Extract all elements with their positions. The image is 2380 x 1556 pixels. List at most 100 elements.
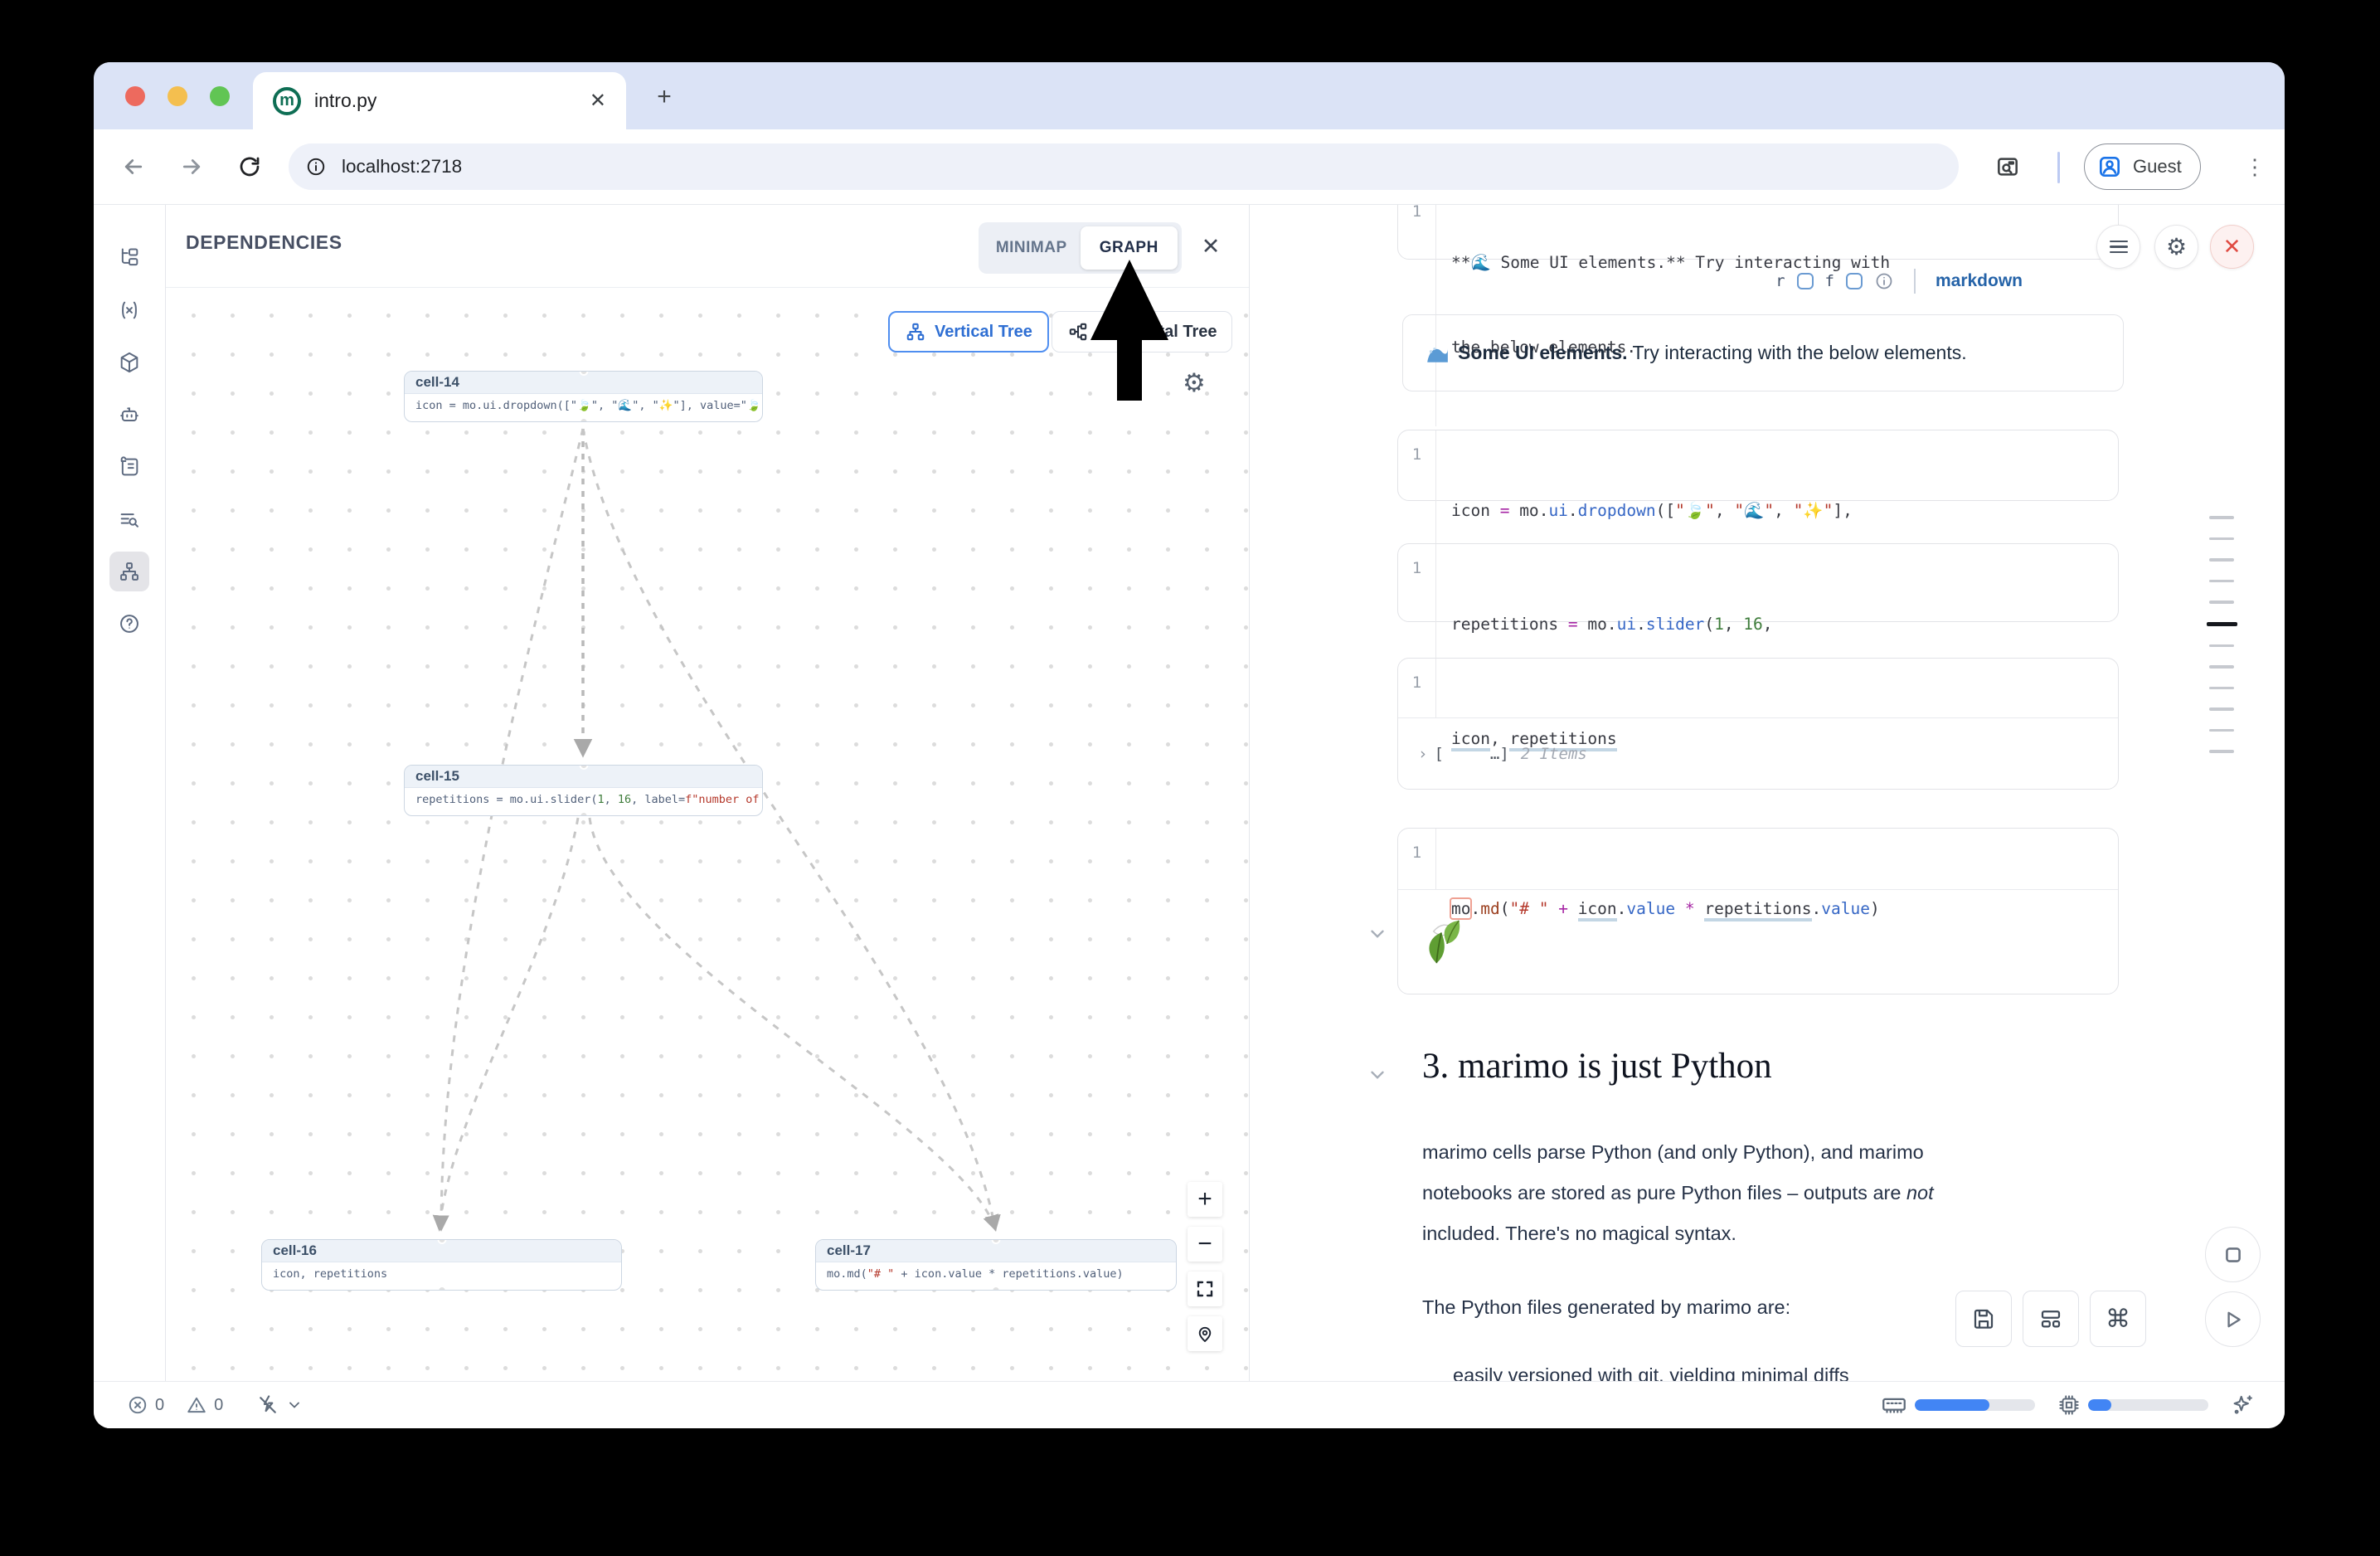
cell-slider[interactable]: 1 repetitions = mo.ui.slider(1, 16, labe… xyxy=(1397,543,2119,622)
minimap-line[interactable] xyxy=(2209,601,2234,604)
minimap-line-active[interactable] xyxy=(2207,622,2237,626)
sidebar-item-help[interactable] xyxy=(109,604,149,644)
robot-icon xyxy=(118,403,141,426)
interrupt-button[interactable] xyxy=(2205,1227,2261,1282)
minimap-line[interactable] xyxy=(2209,537,2234,541)
fit-view-button[interactable] xyxy=(1188,1272,1222,1306)
graph-node-cell-14[interactable]: cell-14 icon = mo.ui.dropdown(["🍃", "🌊",… xyxy=(404,371,763,422)
reload-icon[interactable] xyxy=(231,148,268,185)
markdown-output: Some UI elements. Try interacting with t… xyxy=(1402,314,2124,391)
code-line[interactable]: icon = mo.ui.dropdown(["🍃", "🌊", "✨"], xyxy=(1451,497,1853,525)
browser-tab[interactable]: m intro.py ✕ xyxy=(253,72,626,129)
cpu-icon xyxy=(2057,1393,2081,1417)
cell-tuple[interactable]: 1 icon, repetitions › [ …] 2 Items xyxy=(1397,658,2119,790)
minimap-line[interactable] xyxy=(2209,729,2234,732)
format-checkbox[interactable] xyxy=(1846,273,1863,289)
url-bar[interactable]: localhost:2718 xyxy=(289,143,1959,190)
minimap-line[interactable] xyxy=(2209,558,2234,562)
autorun-toggle[interactable] xyxy=(256,1393,303,1417)
cell-minimap[interactable] xyxy=(2209,516,2237,771)
sidebar-item-logs[interactable] xyxy=(109,447,149,487)
lightning-off-icon xyxy=(256,1393,279,1417)
tab-search-icon[interactable] xyxy=(1989,148,2026,185)
sidebar-item-variables[interactable] xyxy=(109,290,149,330)
warning-count[interactable]: 0 xyxy=(186,1394,223,1416)
profile-button[interactable]: Guest xyxy=(2084,143,2201,190)
tab-close-icon[interactable]: ✕ xyxy=(590,89,606,113)
search-list-icon xyxy=(118,508,141,531)
collapse-chevron-icon[interactable] xyxy=(1367,923,1388,945)
zoom-in-button[interactable]: + xyxy=(1188,1182,1222,1217)
graph-node-cell-17[interactable]: cell-17 mo.md("# " + icon.value * repeti… xyxy=(815,1239,1177,1291)
sidebar-item-ai-assistant[interactable] xyxy=(109,395,149,435)
variables-icon xyxy=(118,299,141,322)
paragraph-line: included. There's no magical syntax. xyxy=(1422,1213,1934,1254)
warning-count-value: 0 xyxy=(214,1396,223,1415)
forward-icon[interactable] xyxy=(173,148,210,185)
hamburger-icon xyxy=(2110,237,2128,257)
tab-title: intro.py xyxy=(314,90,590,112)
ai-assistant-button[interactable] xyxy=(2230,1393,2255,1417)
vertical-tree-button[interactable]: Vertical Tree xyxy=(888,311,1049,353)
command-palette-button[interactable]: ⌘ xyxy=(2090,1291,2146,1347)
panel-title: DEPENDENCIES xyxy=(186,231,342,254)
layout-button[interactable] xyxy=(2023,1291,2079,1347)
cell-momd[interactable]: 1 mo.md("# " + icon.value * repetitions.… xyxy=(1397,828,2119,994)
tab-minimap[interactable]: MINIMAP xyxy=(983,226,1081,270)
cell-language-label[interactable]: markdown xyxy=(1936,271,2023,291)
expand-chevron[interactable]: › xyxy=(1418,745,1427,763)
run-all-button[interactable] xyxy=(2205,1291,2261,1347)
graph-canvas[interactable]: cell-14 icon = mo.ui.dropdown(["🍃", "🌊",… xyxy=(166,288,1249,1381)
file-tree-icon xyxy=(118,246,141,270)
close-panel-icon[interactable]: ✕ xyxy=(1196,231,1226,261)
graph-node-cell-15[interactable]: cell-15 repetitions = mo.ui.slider(1, 16… xyxy=(404,765,763,816)
code-line[interactable]: mo.md("# " + icon.value * repetitions.va… xyxy=(1451,895,1880,923)
cell-menu-button[interactable] xyxy=(2096,225,2140,269)
minimap-line[interactable] xyxy=(2209,665,2234,669)
minimap-line[interactable] xyxy=(2209,644,2234,648)
graph-edges xyxy=(166,288,1249,1381)
save-button[interactable] xyxy=(1955,1291,2012,1347)
new-tab-button[interactable]: + xyxy=(648,80,681,114)
shutdown-button[interactable]: ✕ xyxy=(2210,225,2254,269)
graph-settings-icon[interactable]: ⚙ xyxy=(1183,368,1206,398)
window-zoom-button[interactable] xyxy=(210,86,230,106)
minimap-line[interactable] xyxy=(2209,707,2234,711)
minimap-line[interactable] xyxy=(2209,580,2234,583)
minimap-line[interactable] xyxy=(2209,687,2234,690)
run-checkbox[interactable] xyxy=(1797,273,1814,289)
sidebar-item-dependencies[interactable] xyxy=(109,552,149,591)
profile-icon xyxy=(2096,153,2123,180)
leaf-emoji-icon xyxy=(1420,918,1468,966)
cell-markdown-source[interactable]: 1 **🌊 Some UI elements.** Try interactin… xyxy=(1397,205,2119,260)
back-icon[interactable] xyxy=(115,148,152,185)
info-icon[interactable] xyxy=(1874,271,1894,291)
graph-node-cell-16[interactable]: cell-16 icon, repetitions xyxy=(261,1239,622,1291)
zoom-out-button[interactable]: − xyxy=(1188,1227,1222,1262)
error-count-value: 0 xyxy=(155,1396,164,1415)
site-info-icon[interactable] xyxy=(305,156,327,177)
center-view-button[interactable] xyxy=(1188,1316,1222,1351)
error-count[interactable]: 0 xyxy=(127,1394,164,1416)
node-code: icon, repetitions xyxy=(262,1262,621,1286)
window-minimize-button[interactable] xyxy=(168,86,187,106)
minimap-line[interactable] xyxy=(2209,516,2234,519)
cell-dropdown[interactable]: 1 icon = mo.ui.dropdown(["🍃", "🌊", "✨"],… xyxy=(1397,430,2119,501)
status-bar: 0 0 xyxy=(94,1381,2285,1428)
code-line[interactable]: repetitions = mo.ui.slider(1, 16, xyxy=(1451,610,1782,639)
dependencies-panel: DEPENDENCIES MINIMAP GRAPH ✕ xyxy=(166,205,1249,1381)
minimap-line[interactable] xyxy=(2209,750,2234,753)
url-text[interactable]: localhost:2718 xyxy=(342,156,462,177)
sidebar-item-scratchpad-search[interactable] xyxy=(109,499,149,539)
notebook-settings-button[interactable]: ⚙ xyxy=(2154,225,2198,269)
window-close-button[interactable] xyxy=(125,86,145,106)
format-hint-label: f xyxy=(1825,272,1834,290)
browser-menu-icon[interactable]: ⋮ xyxy=(2238,148,2271,185)
cursor-arrow-pointer xyxy=(1082,260,1178,402)
app-sidebar xyxy=(94,205,166,1381)
sidebar-item-files[interactable] xyxy=(109,238,149,278)
sidebar-item-packages[interactable] xyxy=(109,343,149,382)
node-port xyxy=(437,1286,446,1291)
notebook-action-buttons: ⌘ xyxy=(1955,1291,2146,1347)
section-collapse-chevron-icon[interactable] xyxy=(1367,1064,1388,1086)
